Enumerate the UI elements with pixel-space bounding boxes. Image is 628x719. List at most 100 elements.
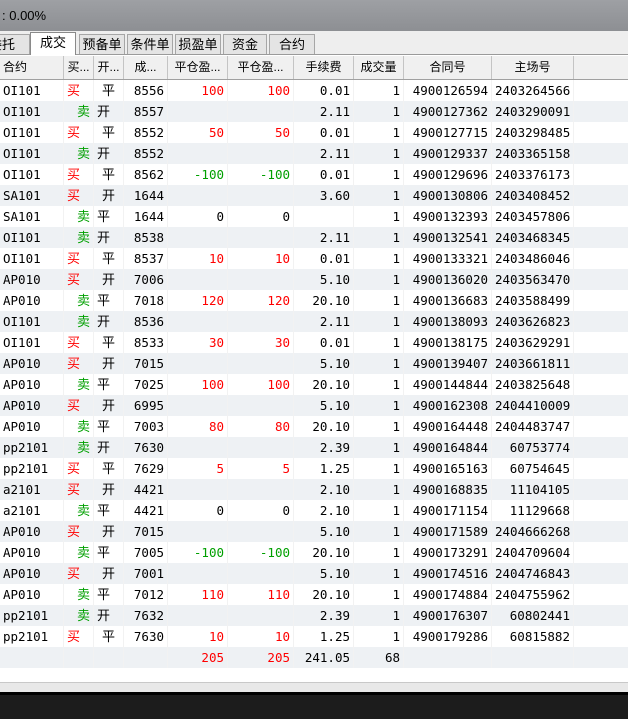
- table-row[interactable]: AP010 卖平 7025 100 100 20.10 1 4900144844 2403825…: [0, 374, 628, 395]
- tab-orders[interactable]: 委托: [0, 34, 30, 54]
- cell-exch-no: 2403825648: [492, 374, 574, 395]
- table-row[interactable]: OI101 卖开 8552 2.11 1 4900129337 2403365158: [0, 143, 628, 164]
- cell-contract: AP010: [0, 416, 64, 437]
- table-row[interactable]: AP010 卖平 7005 -100 -100 20.10 1 4900173291 24047…: [0, 542, 628, 563]
- table-row[interactable]: AP010 买开 6995 5.10 1 4900162308 2404410009: [0, 395, 628, 416]
- cell-price: 8562: [124, 164, 168, 185]
- table-row[interactable]: SA101 卖平 1644 0 0 1 4900132393 2403457806: [0, 206, 628, 227]
- column-header-price[interactable]: 成...: [124, 56, 168, 79]
- tab-funds[interactable]: 资金: [223, 34, 267, 54]
- cell-fee: 20.10: [294, 584, 354, 605]
- cell-qty: 1: [354, 500, 404, 521]
- total-qty: 68: [354, 647, 404, 668]
- tab-contracts[interactable]: 合约: [269, 34, 315, 54]
- cell-side: 卖: [64, 101, 94, 122]
- cell-oc: 开: [94, 269, 124, 290]
- table-row[interactable]: pp2101 卖开 7632 2.39 1 4900176307 60802441: [0, 605, 628, 626]
- table-row[interactable]: pp2101 买平 7630 10 10 1.25 1 4900179286 60815882: [0, 626, 628, 647]
- cell-order-no: 4900173291: [404, 542, 492, 563]
- table-row[interactable]: pp2101 买平 7629 5 5 1.25 1 4900165163 60754645: [0, 458, 628, 479]
- cell-fee: 5.10: [294, 563, 354, 584]
- table-row[interactable]: OI101 买平 8562 -100 -100 0.01 1 4900129696 240337…: [0, 164, 628, 185]
- table-row[interactable]: AP010 卖平 7018 120 120 20.10 1 4900136683 2403588…: [0, 290, 628, 311]
- cell-oc: 开: [94, 227, 124, 248]
- cell-pnl2: 100: [228, 80, 294, 101]
- table-row[interactable]: AP010 卖平 7012 110 110 20.10 1 4900174884 2404755…: [0, 584, 628, 605]
- cell-fee: 2.10: [294, 500, 354, 521]
- tab-stop-orders[interactable]: 损盈单: [175, 34, 221, 54]
- cell-fee: 5.10: [294, 395, 354, 416]
- column-header-qty[interactable]: 成交量: [354, 56, 404, 79]
- cell-contract: OI101: [0, 80, 64, 101]
- table-row[interactable]: AP010 卖平 7003 80 80 20.10 1 4900164448 240448374…: [0, 416, 628, 437]
- table-row[interactable]: SA101 买开 1644 3.60 1 4900130806 2403408452: [0, 185, 628, 206]
- cell-fee: 20.10: [294, 416, 354, 437]
- cell-contract: AP010: [0, 353, 64, 374]
- cell-oc: 开: [94, 437, 124, 458]
- tab-trades[interactable]: 成交: [30, 32, 76, 55]
- cell-oc: 开: [94, 143, 124, 164]
- cell-order-no: 4900129337: [404, 143, 492, 164]
- cell-oc: 平: [94, 374, 124, 395]
- cell-oc: 平: [94, 542, 124, 563]
- cell-oc: 开: [94, 353, 124, 374]
- column-header-side[interactable]: 买...: [64, 56, 94, 79]
- table-row[interactable]: OI101 买平 8556 100 100 0.01 1 4900126594 24032645…: [0, 80, 628, 101]
- cell-order-no: 4900130806: [404, 185, 492, 206]
- cell-order-no: 4900171154: [404, 500, 492, 521]
- cell-order-no: 4900174884: [404, 584, 492, 605]
- table-row[interactable]: AP010 买开 7015 5.10 1 4900171589 2404666268: [0, 521, 628, 542]
- cell-pnl2: 0: [228, 206, 294, 227]
- cell-fee: 1.25: [294, 458, 354, 479]
- cell-order-no: 4900164448: [404, 416, 492, 437]
- cell-pnl2: [228, 605, 294, 626]
- column-header-order-no[interactable]: 合同号: [404, 56, 492, 79]
- cell-exch-no: 2403626823: [492, 311, 574, 332]
- table-row[interactable]: OI101 卖开 8557 2.11 1 4900127362 2403290091: [0, 101, 628, 122]
- table-row[interactable]: AP010 买开 7001 5.10 1 4900174516 2404746843: [0, 563, 628, 584]
- cell-order-no: 4900132541: [404, 227, 492, 248]
- cell-qty: 1: [354, 395, 404, 416]
- cell-exch-no: 60815882: [492, 626, 574, 647]
- table-row[interactable]: OI101 买平 8533 30 30 0.01 1 4900138175 2403629291: [0, 332, 628, 353]
- cell-pnl2: [228, 143, 294, 164]
- cell-pnl2: 5: [228, 458, 294, 479]
- cell-qty: 1: [354, 542, 404, 563]
- column-header-contract[interactable]: 合约: [0, 56, 64, 79]
- column-header-pnl1[interactable]: 平仓盈...: [168, 56, 228, 79]
- cell-side: 买: [64, 395, 94, 416]
- tab-prepared-orders[interactable]: 预备单: [79, 34, 125, 54]
- table-row[interactable]: OI101 买平 8537 10 10 0.01 1 4900133321 2403486046: [0, 248, 628, 269]
- table-row[interactable]: a2101 卖平 4421 0 0 2.10 1 4900171154 11129668: [0, 500, 628, 521]
- horizontal-scrollbar[interactable]: [0, 682, 628, 692]
- table-body: OI101 买平 8556 100 100 0.01 1 4900126594 24032645…: [0, 80, 628, 668]
- cell-side: 买: [64, 269, 94, 290]
- cell-price: 8552: [124, 143, 168, 164]
- column-header-pnl2[interactable]: 平仓盈...: [228, 56, 294, 79]
- table-row[interactable]: AP010 买开 7006 5.10 1 4900136020 2403563470: [0, 269, 628, 290]
- table-row[interactable]: a2101 买开 4421 2.10 1 4900168835 11104105: [0, 479, 628, 500]
- table-row[interactable]: AP010 买开 7015 5.10 1 4900139407 2403661811: [0, 353, 628, 374]
- table-row[interactable]: pp2101 卖开 7630 2.39 1 4900164844 60753774: [0, 437, 628, 458]
- cell-exch-no: 2404483747: [492, 416, 574, 437]
- column-header-exch-no[interactable]: 主场号: [492, 56, 574, 79]
- cell-pnl1: 10: [168, 248, 228, 269]
- cell-pnl1: [168, 227, 228, 248]
- table-row[interactable]: OI101 卖开 8538 2.11 1 4900132541 2403468345: [0, 227, 628, 248]
- cell-order-no: 4900133321: [404, 248, 492, 269]
- cell-fee: 0.01: [294, 122, 354, 143]
- cell-side: 买: [64, 332, 94, 353]
- cell-pnl1: [168, 437, 228, 458]
- cell-pnl1: 0: [168, 500, 228, 521]
- tab-conditional-orders[interactable]: 条件单: [127, 34, 173, 54]
- table-row[interactable]: OI101 买平 8552 50 50 0.01 1 4900127715 2403298485: [0, 122, 628, 143]
- cell-order-no: 4900176307: [404, 605, 492, 626]
- cell-oc: 开: [94, 185, 124, 206]
- table-row[interactable]: OI101 卖开 8536 2.11 1 4900138093 2403626823: [0, 311, 628, 332]
- cell-order-no: 4900126594: [404, 80, 492, 101]
- cell-pnl1: 0: [168, 206, 228, 227]
- column-header-fee[interactable]: 手续费: [294, 56, 354, 79]
- column-header-oc[interactable]: 开...: [94, 56, 124, 79]
- cell-oc: 平: [94, 332, 124, 353]
- cell-order-no: 4900164844: [404, 437, 492, 458]
